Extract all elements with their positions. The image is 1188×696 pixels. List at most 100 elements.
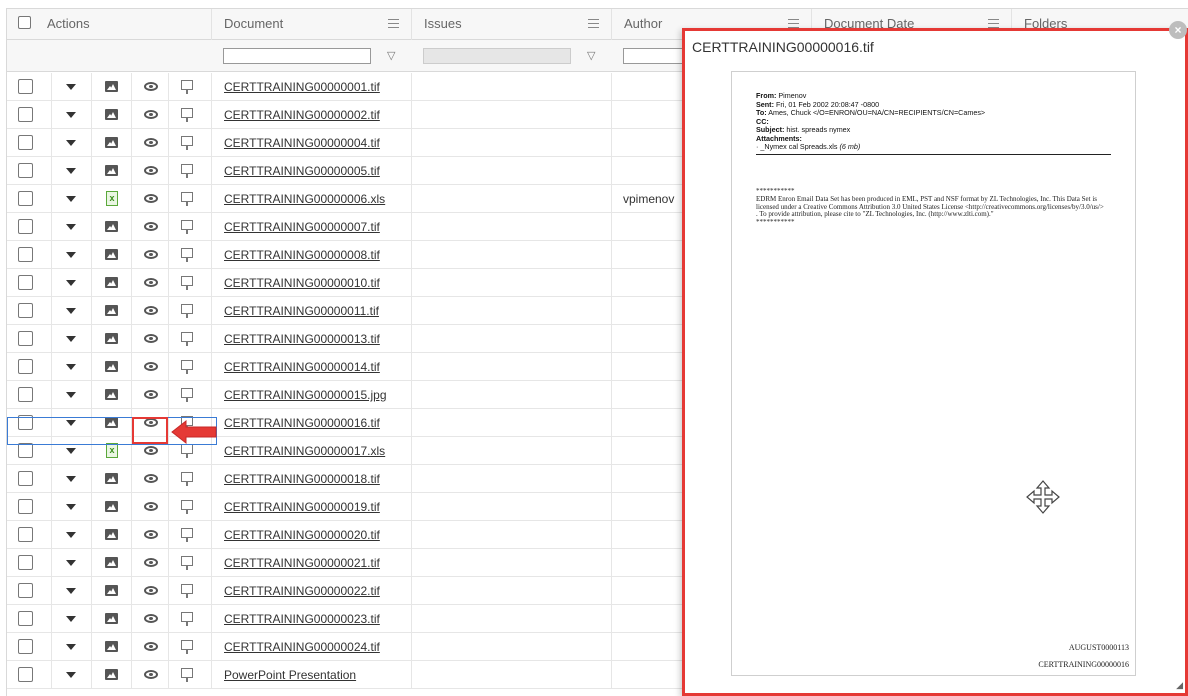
image-icon[interactable] xyxy=(105,473,118,484)
document-link[interactable]: CERTTRAINING00000002.tif xyxy=(224,108,380,122)
eye-icon[interactable] xyxy=(144,110,158,119)
image-icon[interactable] xyxy=(105,305,118,316)
chevron-down-icon[interactable] xyxy=(66,224,76,230)
row-checkbox[interactable] xyxy=(18,79,33,94)
eye-icon[interactable] xyxy=(144,278,158,287)
chevron-down-icon[interactable] xyxy=(66,140,76,146)
presentation-icon[interactable] xyxy=(181,612,193,626)
column-menu-icon[interactable] xyxy=(788,19,799,28)
document-link[interactable]: CERTTRAINING00000005.tif xyxy=(224,164,380,178)
presentation-icon[interactable] xyxy=(181,500,193,514)
row-checkbox[interactable] xyxy=(18,107,33,122)
chevron-down-icon[interactable] xyxy=(66,616,76,622)
image-icon[interactable] xyxy=(105,333,118,344)
excel-file-icon[interactable]: x xyxy=(106,191,118,206)
column-menu-icon[interactable] xyxy=(588,19,599,28)
row-checkbox[interactable] xyxy=(18,527,33,542)
image-icon[interactable] xyxy=(105,501,118,512)
document-link[interactable]: CERTTRAINING00000019.tif xyxy=(224,500,380,514)
eye-icon[interactable] xyxy=(144,194,158,203)
eye-icon[interactable] xyxy=(144,670,158,679)
filter-icon[interactable]: ▽ xyxy=(587,49,595,62)
presentation-icon[interactable] xyxy=(181,248,193,262)
image-icon[interactable] xyxy=(105,557,118,568)
row-checkbox[interactable] xyxy=(18,135,33,150)
chevron-down-icon[interactable] xyxy=(66,560,76,566)
document-link[interactable]: CERTTRAINING00000008.tif xyxy=(224,248,380,262)
presentation-icon[interactable] xyxy=(181,360,193,374)
document-link[interactable]: CERTTRAINING00000011.tif xyxy=(224,304,379,318)
chevron-down-icon[interactable] xyxy=(66,504,76,510)
column-menu-icon[interactable] xyxy=(988,19,999,28)
eye-icon[interactable] xyxy=(144,642,158,651)
chevron-down-icon[interactable] xyxy=(66,476,76,482)
chevron-down-icon[interactable] xyxy=(66,336,76,342)
row-checkbox[interactable] xyxy=(18,639,33,654)
eye-icon[interactable] xyxy=(144,586,158,595)
image-icon[interactable] xyxy=(105,641,118,652)
row-checkbox[interactable] xyxy=(18,667,33,682)
chevron-down-icon[interactable] xyxy=(66,280,76,286)
presentation-icon[interactable] xyxy=(181,332,193,346)
image-icon[interactable] xyxy=(105,529,118,540)
row-checkbox[interactable] xyxy=(18,499,33,514)
document-link[interactable]: CERTTRAINING00000021.tif xyxy=(224,556,380,570)
row-checkbox[interactable] xyxy=(18,219,33,234)
image-icon[interactable] xyxy=(105,109,118,120)
presentation-icon[interactable] xyxy=(181,80,193,94)
row-checkbox[interactable] xyxy=(18,387,33,402)
image-icon[interactable] xyxy=(105,277,118,288)
row-checkbox[interactable] xyxy=(18,471,33,486)
move-icon[interactable] xyxy=(1026,480,1060,514)
chevron-down-icon[interactable] xyxy=(66,672,76,678)
document-link[interactable]: CERTTRAINING00000013.tif xyxy=(224,332,380,346)
document-link[interactable]: CERTTRAINING00000006.xls xyxy=(224,192,385,206)
image-icon[interactable] xyxy=(105,137,118,148)
row-checkbox[interactable] xyxy=(18,247,33,262)
presentation-icon[interactable] xyxy=(181,220,193,234)
document-link[interactable]: CERTTRAINING00000020.tif xyxy=(224,528,380,542)
row-checkbox[interactable] xyxy=(18,359,33,374)
image-icon[interactable] xyxy=(105,389,118,400)
eye-icon[interactable] xyxy=(144,362,158,371)
document-link[interactable]: PowerPoint Presentation xyxy=(224,668,356,682)
row-checkbox[interactable] xyxy=(18,583,33,598)
document-link[interactable]: CERTTRAINING00000018.tif xyxy=(224,472,380,486)
document-link[interactable]: CERTTRAINING00000004.tif xyxy=(224,136,380,150)
eye-icon[interactable] xyxy=(144,334,158,343)
excel-file-icon[interactable]: x xyxy=(106,443,118,458)
close-icon[interactable]: × xyxy=(1169,21,1187,39)
resize-handle-icon[interactable]: ◢ xyxy=(1176,680,1183,691)
row-checkbox[interactable] xyxy=(18,163,33,178)
chevron-down-icon[interactable] xyxy=(66,448,76,454)
document-link[interactable]: CERTTRAINING00000023.tif xyxy=(224,612,380,626)
row-checkbox[interactable] xyxy=(18,303,33,318)
eye-icon[interactable] xyxy=(144,474,158,483)
chevron-down-icon[interactable] xyxy=(66,364,76,370)
image-icon[interactable] xyxy=(105,81,118,92)
row-checkbox[interactable] xyxy=(18,275,33,290)
filter-icon[interactable]: ▽ xyxy=(387,49,395,62)
presentation-icon[interactable] xyxy=(181,472,193,486)
row-checkbox[interactable] xyxy=(18,191,33,206)
document-filter-input[interactable] xyxy=(223,48,371,64)
chevron-down-icon[interactable] xyxy=(66,196,76,202)
document-link[interactable]: CERTTRAINING00000017.xls xyxy=(224,444,385,458)
document-link[interactable]: CERTTRAINING00000015.jpg xyxy=(224,388,387,402)
document-link[interactable]: CERTTRAINING00000010.tif xyxy=(224,276,380,290)
presentation-icon[interactable] xyxy=(181,640,193,654)
image-icon[interactable] xyxy=(105,249,118,260)
eye-icon[interactable] xyxy=(144,502,158,511)
header-issues[interactable]: Issues xyxy=(412,9,612,40)
eye-icon[interactable] xyxy=(144,250,158,259)
presentation-icon[interactable] xyxy=(181,444,193,458)
presentation-icon[interactable] xyxy=(181,164,193,178)
eye-icon[interactable] xyxy=(144,166,158,175)
eye-icon[interactable] xyxy=(144,614,158,623)
eye-icon[interactable] xyxy=(144,390,158,399)
document-link[interactable]: CERTTRAINING00000016.tif xyxy=(224,416,380,430)
row-checkbox[interactable] xyxy=(18,443,33,458)
chevron-down-icon[interactable] xyxy=(66,168,76,174)
presentation-icon[interactable] xyxy=(181,276,193,290)
eye-icon[interactable] xyxy=(144,446,158,455)
